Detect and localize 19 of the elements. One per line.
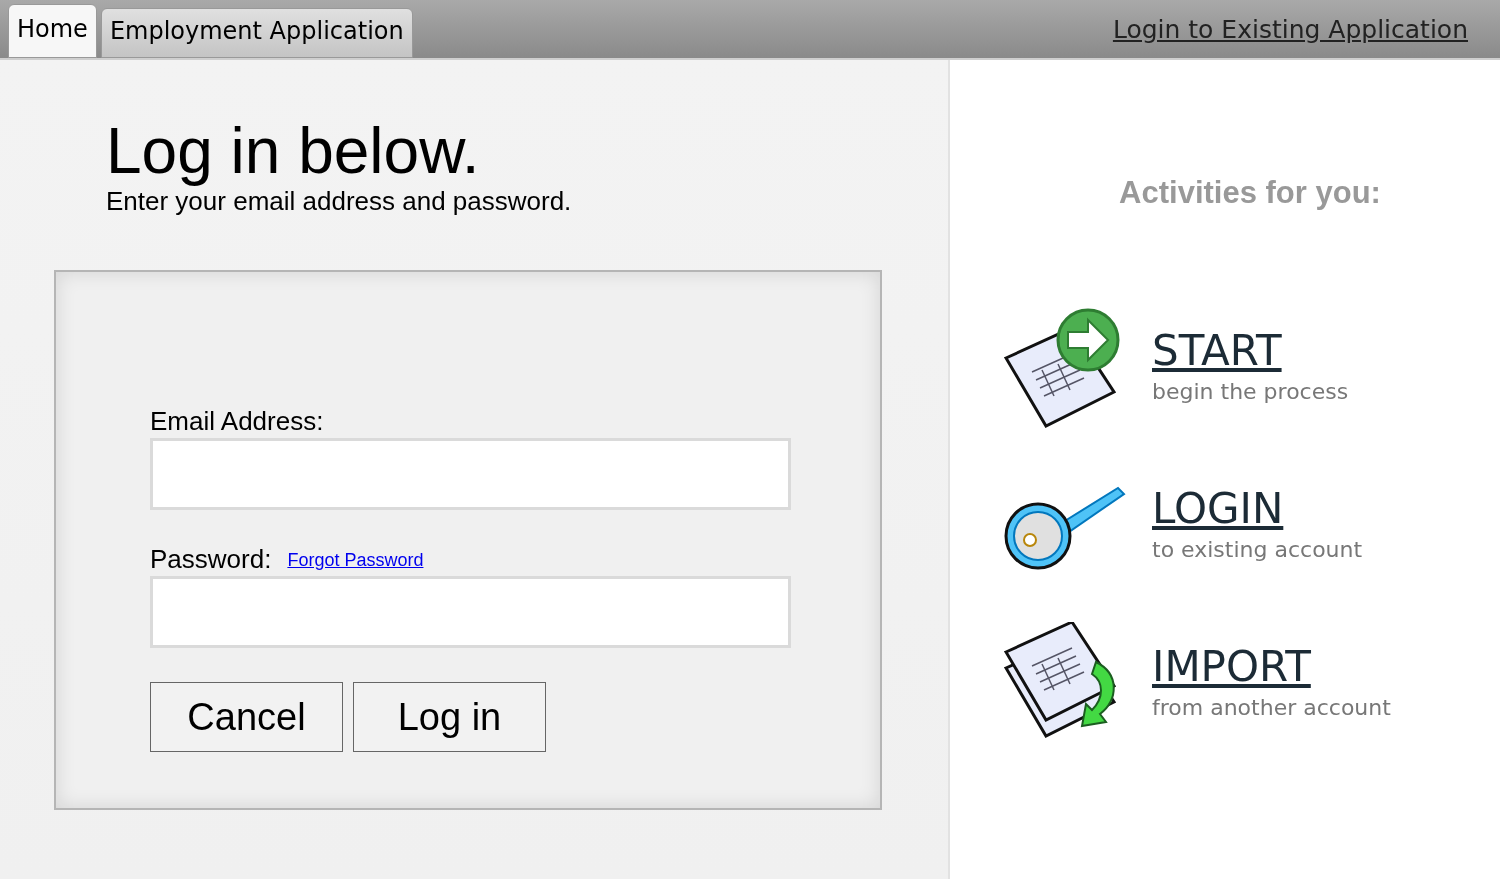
activity-description: from another account xyxy=(1152,694,1391,722)
activity-link[interactable]: IMPORT xyxy=(1152,643,1311,691)
page-heading: Log in below. xyxy=(106,116,481,186)
forgot-password-link[interactable]: Forgot Password xyxy=(287,547,424,574)
activity-link[interactable]: START xyxy=(1152,327,1282,375)
form-button[interactable]: Cancel xyxy=(150,682,343,752)
password-field[interactable] xyxy=(150,576,791,648)
field-label: Password: xyxy=(150,544,272,574)
tab[interactable]: Employment Application xyxy=(100,8,413,58)
activities-heading: Activities for you: xyxy=(1118,174,1382,212)
login-link[interactable]: Login to Existing Application xyxy=(1112,10,1468,48)
activity-description: begin the process xyxy=(1152,378,1349,406)
tab[interactable]: Home xyxy=(8,4,97,58)
activity-description: to existing account xyxy=(1152,536,1363,564)
form-button[interactable]: Log in xyxy=(353,682,546,752)
field-label: Email Address: xyxy=(150,406,325,436)
page-subtitle: Enter your email address and password. xyxy=(106,186,573,216)
activity-link[interactable]: LOGIN xyxy=(1152,485,1284,533)
email-field[interactable] xyxy=(150,438,791,510)
